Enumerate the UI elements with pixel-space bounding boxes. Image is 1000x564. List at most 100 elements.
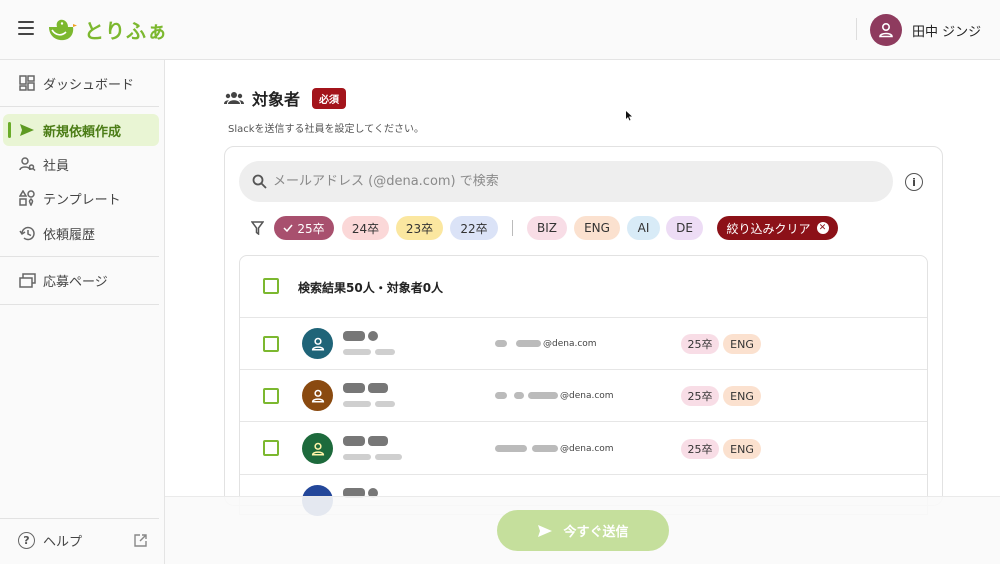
user-avatar[interactable] bbox=[870, 14, 902, 46]
filter-icon[interactable] bbox=[251, 221, 264, 235]
email-placeholder bbox=[514, 392, 524, 399]
sidebar-item-history[interactable]: 依頼履歴 bbox=[3, 217, 159, 249]
send-icon bbox=[538, 524, 553, 537]
chip-dept-biz[interactable]: BIZ bbox=[527, 216, 567, 240]
search-input[interactable] bbox=[273, 161, 873, 202]
sidebar-item-label: 応募ページ bbox=[43, 274, 108, 290]
app-name: とりふぁ bbox=[84, 19, 168, 43]
person-icon bbox=[879, 22, 893, 38]
sidebar: ダッシュボード 新規依頼作成 社員 テンプレート 依頼履歴 応募ページ bbox=[0, 60, 165, 564]
history-icon bbox=[18, 224, 36, 242]
help-link[interactable]: ? ヘルプ bbox=[18, 531, 82, 550]
dashboard-icon bbox=[18, 74, 36, 92]
detail-placeholder bbox=[375, 454, 402, 460]
header-divider bbox=[856, 18, 857, 40]
sidebar-item-label: テンプレート bbox=[43, 192, 121, 208]
clear-filters-label: 絞り込みクリア bbox=[726, 221, 811, 236]
avatar bbox=[302, 380, 333, 411]
email-placeholder bbox=[495, 445, 527, 452]
name-placeholder bbox=[343, 383, 365, 393]
name-placeholder bbox=[368, 383, 388, 393]
people-search-icon bbox=[18, 155, 36, 173]
user-name[interactable]: 田中 ジンジ bbox=[912, 21, 981, 40]
select-all-checkbox[interactable] bbox=[263, 278, 279, 294]
row-divider bbox=[240, 421, 927, 422]
sidebar-divider bbox=[0, 304, 159, 305]
email-domain: @dena.com bbox=[560, 444, 614, 454]
row-divider bbox=[240, 474, 927, 475]
tag-year: 25卒 bbox=[681, 439, 719, 459]
mouse-cursor-icon bbox=[626, 111, 632, 121]
app-logo[interactable]: とりふぁ bbox=[46, 15, 168, 44]
email-domain: @dena.com bbox=[543, 339, 597, 349]
group-icon bbox=[224, 92, 244, 104]
info-icon[interactable]: i bbox=[905, 173, 923, 191]
detail-placeholder bbox=[343, 401, 371, 407]
clear-filters-button[interactable]: 絞り込みクリア ✕ bbox=[717, 216, 838, 240]
email-placeholder bbox=[516, 340, 541, 347]
chip-label: BIZ bbox=[537, 221, 557, 235]
section-title: 対象者 bbox=[252, 90, 301, 109]
send-now-label: 今すぐ送信 bbox=[563, 525, 629, 540]
name-placeholder bbox=[343, 331, 365, 341]
email-placeholder bbox=[495, 392, 507, 399]
avatar bbox=[302, 433, 333, 464]
template-icon bbox=[18, 189, 36, 207]
tag-year: 25卒 bbox=[681, 334, 719, 354]
name-placeholder bbox=[343, 436, 365, 446]
external-link-icon[interactable] bbox=[134, 534, 147, 547]
sidebar-divider bbox=[0, 256, 159, 257]
tag-year: 25卒 bbox=[681, 386, 719, 406]
row-checkbox[interactable] bbox=[263, 440, 279, 456]
chip-year-22[interactable]: 22卒 bbox=[450, 216, 498, 240]
row-checkbox[interactable] bbox=[263, 336, 279, 352]
check-icon bbox=[283, 224, 293, 232]
email-domain: @dena.com bbox=[560, 391, 614, 401]
close-icon: ✕ bbox=[816, 222, 829, 234]
chip-dept-ai[interactable]: AI bbox=[627, 216, 660, 240]
chip-label: 22卒 bbox=[460, 221, 488, 236]
section-header: 対象者 必須 bbox=[224, 86, 347, 110]
person-icon bbox=[311, 389, 324, 403]
chip-label: AI bbox=[637, 221, 650, 235]
sidebar-divider bbox=[0, 518, 159, 519]
name-placeholder bbox=[368, 331, 378, 341]
chip-dept-eng[interactable]: ENG bbox=[574, 216, 620, 240]
person-icon bbox=[311, 337, 324, 351]
sidebar-divider bbox=[0, 106, 159, 107]
menu-icon[interactable] bbox=[18, 21, 34, 35]
section-description: Slackを送信する社員を設定してください。 bbox=[228, 124, 424, 135]
chip-year-23[interactable]: 23卒 bbox=[396, 216, 443, 240]
sidebar-item-application-pages[interactable]: 応募ページ bbox=[3, 264, 159, 296]
sidebar-item-label: 社員 bbox=[43, 158, 70, 174]
row-checkbox[interactable] bbox=[263, 388, 279, 404]
email-placeholder bbox=[528, 392, 558, 399]
detail-placeholder bbox=[343, 349, 371, 355]
detail-placeholder bbox=[375, 349, 395, 355]
chip-label: ENG bbox=[584, 221, 610, 235]
chip-label: 24卒 bbox=[351, 221, 380, 236]
detail-placeholder bbox=[375, 401, 395, 407]
chip-year-25[interactable]: 25卒 bbox=[274, 216, 334, 240]
sidebar-item-employees[interactable]: 社員 bbox=[3, 148, 159, 180]
tag-dept: ENG bbox=[723, 334, 761, 354]
sidebar-item-templates[interactable]: テンプレート bbox=[3, 182, 159, 214]
app-header: とりふぁ 田中 ジンジ bbox=[0, 0, 1000, 60]
send-now-button[interactable]: 今すぐ送信 bbox=[497, 510, 669, 551]
sidebar-item-label: 依頼履歴 bbox=[43, 227, 96, 243]
search-icon bbox=[252, 174, 267, 189]
sidebar-item-label: ダッシュボード bbox=[43, 77, 135, 93]
tag-dept: ENG bbox=[723, 386, 761, 406]
active-indicator bbox=[8, 122, 11, 138]
search-bar bbox=[239, 161, 893, 202]
chip-separator bbox=[512, 220, 513, 236]
tag-dept: ENG bbox=[723, 439, 761, 459]
chip-label: 23卒 bbox=[405, 221, 434, 236]
chip-year-24[interactable]: 24卒 bbox=[342, 216, 389, 240]
sidebar-item-dashboard[interactable]: ダッシュボード bbox=[3, 67, 159, 99]
results-summary: 検索結果50人・対象者0人 bbox=[298, 281, 444, 295]
sidebar-item-new-request[interactable]: 新規依頼作成 bbox=[3, 114, 159, 146]
email-placeholder bbox=[495, 340, 507, 347]
chip-dept-de[interactable]: DE bbox=[666, 216, 703, 240]
avatar bbox=[302, 328, 333, 359]
